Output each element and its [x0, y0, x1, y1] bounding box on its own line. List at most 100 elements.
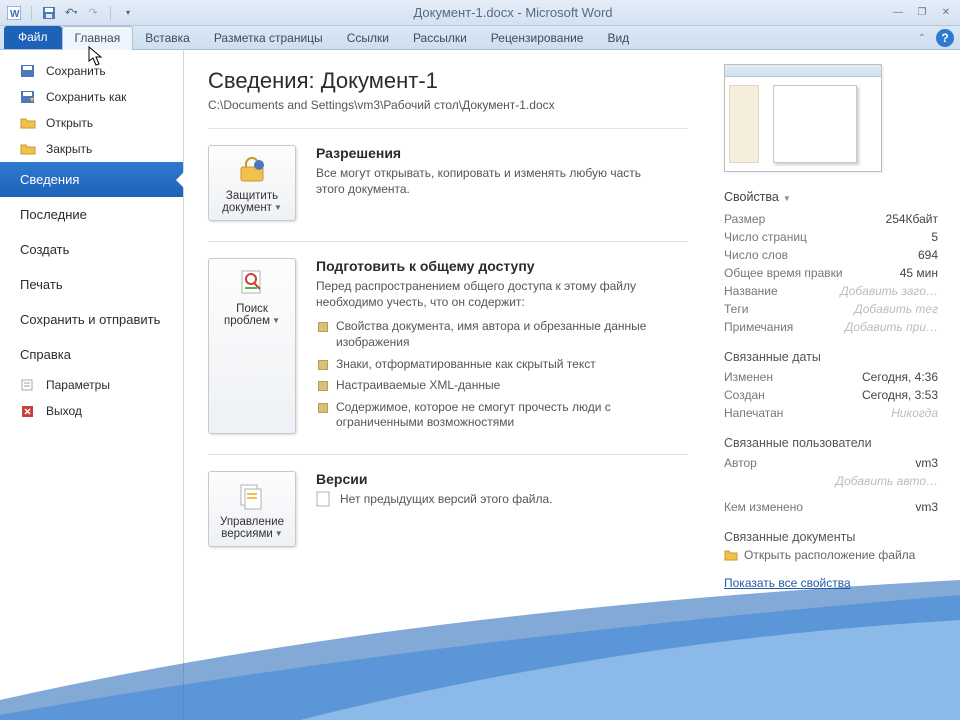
nav-label: Закрыть: [46, 142, 92, 156]
prop-edit-time: Общее время правки45 мин: [724, 264, 938, 282]
options-icon: [20, 378, 36, 392]
save-icon[interactable]: [41, 5, 57, 21]
tab-references[interactable]: Ссылки: [335, 27, 401, 49]
nav-label: Создать: [20, 242, 69, 257]
nav-open[interactable]: Открыть: [0, 110, 183, 136]
nav-label: Печать: [20, 277, 63, 292]
nav-label: Сохранить: [46, 64, 106, 78]
ribbon-minimize-icon[interactable]: ⌃: [918, 33, 926, 44]
show-all-properties[interactable]: Показать все свойства: [724, 576, 851, 590]
nav-label: Сведения: [20, 172, 79, 187]
properties-panel: Свойства▼ Размер254Кбайт Число страниц5 …: [712, 50, 960, 720]
tab-review[interactable]: Рецензирование: [479, 27, 596, 49]
issue-item: Знаки, отформатированные как скрытый тек…: [316, 354, 656, 376]
qat-customize-icon[interactable]: ▾: [120, 5, 136, 21]
section-desc: Все могут открывать, копировать и изменя…: [316, 165, 656, 197]
section-versions: Управление версиями▼ Версии Нет предыдущ…: [208, 471, 688, 547]
nav-save[interactable]: Сохранить: [0, 58, 183, 84]
restore-button[interactable]: ❐: [914, 6, 930, 20]
button-label: Защитить документ: [222, 190, 278, 214]
nav-label: Сохранить и отправить: [20, 312, 160, 327]
folder-open-icon: [20, 116, 36, 130]
versions-icon: [213, 480, 291, 512]
check-issues-button[interactable]: Поиск проблем▼: [208, 258, 296, 434]
nav-close[interactable]: Закрыть: [0, 136, 183, 162]
nav-label: Выход: [46, 404, 82, 418]
chevron-down-icon: ▼: [275, 529, 283, 538]
tab-page-layout[interactable]: Разметка страницы: [202, 27, 335, 49]
prop-add-author[interactable]: Добавить авто…: [724, 472, 938, 490]
info-panel: Сведения: Документ-1 C:\Documents and Se…: [184, 50, 712, 720]
group-users: Связанные пользователи: [724, 436, 938, 450]
lock-shield-icon: [213, 154, 291, 186]
tab-file[interactable]: Файл: [4, 26, 62, 49]
prop-author[interactable]: Авторvm3: [724, 454, 938, 472]
inspect-icon: [213, 267, 291, 299]
protect-document-button[interactable]: Защитить документ▼: [208, 145, 296, 221]
nav-print[interactable]: Печать: [0, 267, 183, 302]
divider: [208, 128, 688, 129]
chevron-down-icon: ▼: [783, 194, 791, 203]
section-title: Подготовить к общему доступу: [316, 258, 688, 274]
svg-text:W: W: [10, 9, 20, 20]
prop-modified: ИзмененСегодня, 4:36: [724, 368, 938, 386]
nav-save-as[interactable]: Сохранить как: [0, 84, 183, 110]
minimize-button[interactable]: —: [890, 6, 906, 20]
nav-save-send[interactable]: Сохранить и отправить: [0, 302, 183, 337]
nav-label: Параметры: [46, 378, 110, 392]
prop-words: Число слов694: [724, 246, 938, 264]
group-docs: Связанные документы: [724, 530, 938, 544]
section-prepare: Поиск проблем▼ Подготовить к общему дост…: [208, 258, 688, 434]
issue-item: Настраиваемые XML-данные: [316, 375, 656, 397]
no-versions-text: Нет предыдущих версий этого файла.: [340, 492, 553, 506]
separator: [110, 6, 111, 20]
open-file-location[interactable]: Открыть расположение файла: [724, 548, 938, 562]
word-app-icon[interactable]: W: [6, 5, 22, 21]
nav-label: Справка: [20, 347, 71, 362]
save-as-icon: [20, 90, 36, 104]
quick-access-toolbar: W ↶▾ ↷ ▾: [6, 5, 136, 21]
prop-tags[interactable]: ТегиДобавить тег: [724, 300, 938, 318]
tab-insert[interactable]: Вставка: [133, 27, 202, 49]
document-thumbnail[interactable]: [724, 64, 882, 172]
backstage-nav: Сохранить Сохранить как Открыть Закрыть …: [0, 50, 184, 720]
backstage-view: Сохранить Сохранить как Открыть Закрыть …: [0, 50, 960, 720]
tab-mailings[interactable]: Рассылки: [401, 27, 479, 49]
ribbon-tabs: Файл Главная Вставка Разметка страницы С…: [0, 26, 960, 50]
prop-comments[interactable]: ПримечанияДобавить при…: [724, 318, 938, 336]
properties-dropdown[interactable]: Свойства▼: [724, 190, 938, 204]
nav-new[interactable]: Создать: [0, 232, 183, 267]
prop-pages: Число страниц5: [724, 228, 938, 246]
help-icon[interactable]: ?: [936, 29, 954, 47]
window-controls: — ❐ ✕: [890, 6, 954, 20]
nav-exit[interactable]: Выход: [0, 398, 183, 424]
chevron-down-icon: ▼: [274, 203, 282, 212]
folder-icon: [724, 548, 738, 562]
save-icon: [20, 64, 36, 78]
open-location-label: Открыть расположение файла: [744, 548, 915, 562]
undo-icon[interactable]: ↶▾: [63, 5, 79, 21]
nav-label: Сохранить как: [46, 90, 126, 104]
section-permissions: Защитить документ▼ Разрешения Все могут …: [208, 145, 688, 221]
document-path: C:\Documents and Settings\vm3\Рабочий ст…: [208, 98, 688, 112]
prop-printed: НапечатанНикогда: [724, 404, 938, 422]
issue-item: Свойства документа, имя автора и обрезан…: [316, 316, 656, 353]
nav-options[interactable]: Параметры: [0, 372, 183, 398]
nav-info[interactable]: Сведения: [0, 162, 183, 197]
nav-help[interactable]: Справка: [0, 337, 183, 372]
separator: [31, 6, 32, 20]
nav-label: Последние: [20, 207, 87, 222]
manage-versions-button[interactable]: Управление версиями▼: [208, 471, 296, 547]
divider: [208, 454, 688, 455]
prop-title[interactable]: НазваниеДобавить заго…: [724, 282, 938, 300]
tab-home[interactable]: Главная: [62, 26, 134, 50]
redo-icon[interactable]: ↷: [85, 5, 101, 21]
nav-recent[interactable]: Последние: [0, 197, 183, 232]
window-title: Документ-1.docx - Microsoft Word: [136, 5, 890, 20]
chevron-down-icon: ▼: [272, 316, 280, 325]
tab-view[interactable]: Вид: [595, 27, 641, 49]
folder-close-icon: [20, 142, 36, 156]
document-icon: [316, 491, 332, 507]
section-desc: Перед распространением общего доступа к …: [316, 278, 656, 310]
close-button[interactable]: ✕: [938, 6, 954, 20]
